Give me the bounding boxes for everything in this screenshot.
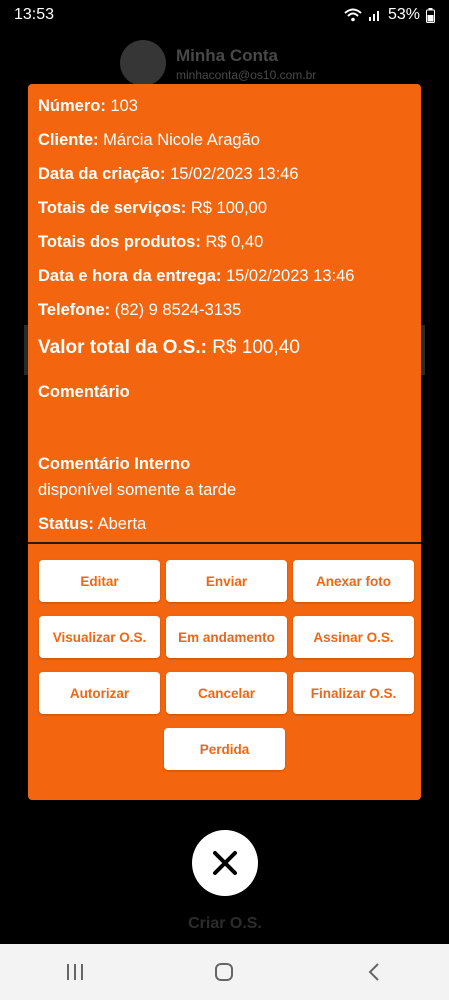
- wifi-icon: [344, 8, 362, 22]
- background-account: Minha Conta minhaconta@os10.com.br: [120, 40, 420, 86]
- delivery-date-row: Data e hora da entrega: 15/02/2023 13:46: [38, 267, 355, 285]
- products-total-row: Totais dos produtos: R$ 0,40: [38, 233, 264, 251]
- order-details-modal: Número: 103 Cliente: Márcia Nicole Aragã…: [28, 84, 421, 800]
- create-os-label: Criar O.S.: [188, 915, 262, 932]
- order-number-row: Número: 103: [38, 97, 138, 115]
- order-total: R$ 100,40: [212, 337, 300, 358]
- send-button[interactable]: Enviar: [166, 560, 287, 602]
- battery-percent: 53%: [387, 6, 420, 23]
- signal-icon: [368, 11, 379, 21]
- view-os-button[interactable]: Visualizar O.S.: [39, 616, 160, 658]
- attach-photo-button[interactable]: Anexar foto: [293, 560, 414, 602]
- delivery-date: 15/02/2023 13:46: [225, 267, 355, 285]
- phone-row: Telefone: (82) 9 8524-3135: [38, 301, 242, 319]
- edit-button[interactable]: Editar: [39, 560, 160, 602]
- status-bar: 13:53 53%: [0, 0, 449, 30]
- internal-comment-text: disponível somente a tarde: [38, 481, 237, 499]
- home-button[interactable]: [204, 957, 244, 987]
- phone-number: (82) 9 8524-3135: [114, 301, 242, 319]
- order-info: Número: 103 Cliente: Márcia Nicole Aragã…: [28, 84, 421, 534]
- in-progress-button[interactable]: Em andamento: [166, 616, 287, 658]
- client-row: Cliente: Márcia Nicole Aragão: [38, 131, 260, 149]
- client-name: Márcia Nicole Aragão: [103, 131, 260, 149]
- order-number: 103: [110, 97, 138, 115]
- recent-apps-icon: [66, 964, 83, 980]
- services-total: R$ 100,00: [190, 199, 268, 217]
- status-row: Status: Aberta: [38, 515, 147, 533]
- home-icon: [215, 963, 234, 981]
- finalize-os-button[interactable]: Finalizar O.S.: [293, 672, 414, 714]
- close-icon: [213, 851, 237, 875]
- system-nav-bar: [0, 944, 449, 1000]
- order-total-row: Valor total da O.S.: R$ 100,40: [38, 337, 300, 358]
- divider: [28, 542, 421, 544]
- recent-apps-button[interactable]: [55, 957, 95, 987]
- lost-button[interactable]: Perdida: [164, 728, 285, 770]
- close-button[interactable]: [192, 830, 258, 896]
- authorize-button[interactable]: Autorizar: [39, 672, 160, 714]
- back-icon: [368, 963, 379, 981]
- comment-text: [38, 408, 411, 454]
- battery-icon: [426, 7, 435, 23]
- account-email: minhaconta@os10.com.br: [176, 68, 317, 82]
- sign-os-button[interactable]: Assinar O.S.: [293, 616, 414, 658]
- services-total-row: Totais de serviços: R$ 100,00: [38, 199, 268, 217]
- status-time: 13:53: [14, 6, 55, 23]
- back-button[interactable]: [354, 957, 394, 987]
- avatar: [120, 40, 166, 86]
- products-total: R$ 0,40: [205, 233, 264, 251]
- internal-comment-title: Comentário Interno: [38, 455, 191, 473]
- creation-date: 15/02/2023 13:46: [170, 165, 299, 183]
- comment-title: Comentário: [38, 383, 130, 401]
- account-name: Minha Conta: [176, 46, 278, 65]
- status-value: Aberta: [97, 515, 147, 533]
- creation-date-row: Data da criação: 15/02/2023 13:46: [38, 165, 299, 183]
- cancel-button[interactable]: Cancelar: [166, 672, 287, 714]
